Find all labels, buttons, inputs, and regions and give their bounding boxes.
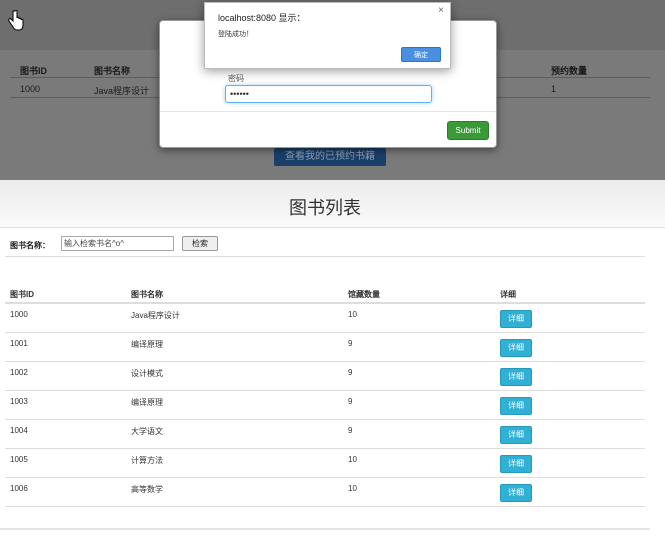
cell-count: 9	[348, 426, 353, 435]
cell-count: 10	[348, 310, 357, 319]
header-name: 图书名称	[131, 290, 163, 299]
table-header: 图书ID 图书名称 馆藏数量 详细	[5, 286, 645, 304]
cell-name: 编译原理	[131, 340, 163, 349]
detail-button[interactable]: 详细	[500, 455, 532, 473]
cell-count: 9	[348, 339, 353, 348]
alert-message: 登陆成功！	[218, 31, 253, 38]
cell-id: 1004	[10, 426, 28, 435]
page-title: 图书列表	[289, 198, 361, 218]
submit-button[interactable]: Submit	[447, 121, 489, 140]
cell-count: 9	[348, 368, 353, 377]
alert-ok-button[interactable]: 确定	[401, 47, 441, 62]
page-bottom-divider	[0, 528, 650, 530]
search-divider	[5, 256, 645, 257]
header-id: 图书ID	[10, 290, 34, 299]
book-table: 图书ID 图书名称 馆藏数量 详细 1000 Java程序设计 10 详细 10…	[5, 286, 645, 507]
alert-title: localhost:8080 显示：	[218, 13, 306, 23]
search-label: 图书名称：	[10, 241, 50, 250]
detail-button[interactable]: 详细	[500, 339, 532, 357]
detail-button[interactable]: 详细	[500, 310, 532, 328]
cell-name: 设计模式	[131, 369, 163, 378]
modal-divider	[160, 111, 496, 112]
detail-button[interactable]: 详细	[500, 368, 532, 386]
bg-row-name: Java程序设计	[94, 86, 150, 96]
header-count: 馆藏数量	[348, 290, 380, 299]
detail-button[interactable]: 详细	[500, 484, 532, 502]
password-input[interactable]: ••••••	[225, 85, 432, 103]
password-label: 密码	[228, 74, 244, 83]
close-icon[interactable]: ×	[438, 5, 444, 16]
search-input[interactable]: 输入检索书名^o^	[61, 236, 174, 251]
search-button[interactable]: 检索	[182, 236, 218, 251]
bg-row-count: 1	[551, 84, 557, 94]
my-reservations-button: 查看我的已预约书籍	[274, 148, 386, 166]
header-detail: 详细	[500, 290, 516, 299]
cell-id: 1005	[10, 455, 28, 464]
cell-count: 9	[348, 397, 353, 406]
cell-name: 编译原理	[131, 398, 163, 407]
table-row: 1006 高等数学 10 详细	[5, 478, 645, 507]
bg-col-id: 图书ID	[20, 66, 48, 76]
table-row: 1003 编译原理 9 详细	[5, 391, 645, 420]
cell-id: 1003	[10, 397, 28, 406]
cell-id: 1000	[10, 310, 28, 319]
detail-button[interactable]: 详细	[500, 426, 532, 444]
cell-id: 1006	[10, 484, 28, 493]
table-row: 1001 编译原理 9 详细	[5, 333, 645, 362]
cell-name: 高等数学	[131, 485, 163, 494]
cell-count: 10	[348, 484, 357, 493]
cell-name: 大学语文	[131, 427, 163, 436]
table-row: 1000 Java程序设计 10 详细	[5, 304, 645, 333]
bg-row-id: 1000	[20, 84, 41, 94]
table-row: 1004 大学语文 9 详细	[5, 420, 645, 449]
cell-name: Java程序设计	[131, 311, 180, 320]
cell-id: 1001	[10, 339, 28, 348]
table-row: 1002 设计模式 9 详细	[5, 362, 645, 391]
cell-count: 10	[348, 455, 357, 464]
bg-col-name: 图书名称	[94, 66, 131, 76]
bg-col-count: 预约数量	[551, 66, 588, 76]
hand-pointer-icon	[8, 10, 24, 31]
detail-button[interactable]: 详细	[500, 397, 532, 415]
cell-id: 1002	[10, 368, 28, 377]
browser-alert-dialog: localhost:8080 显示： × 登陆成功！ 确定	[204, 2, 451, 69]
page-header: 图书列表	[0, 180, 665, 228]
cell-name: 计算方法	[131, 456, 163, 465]
table-row: 1005 计算方法 10 详细	[5, 449, 645, 478]
